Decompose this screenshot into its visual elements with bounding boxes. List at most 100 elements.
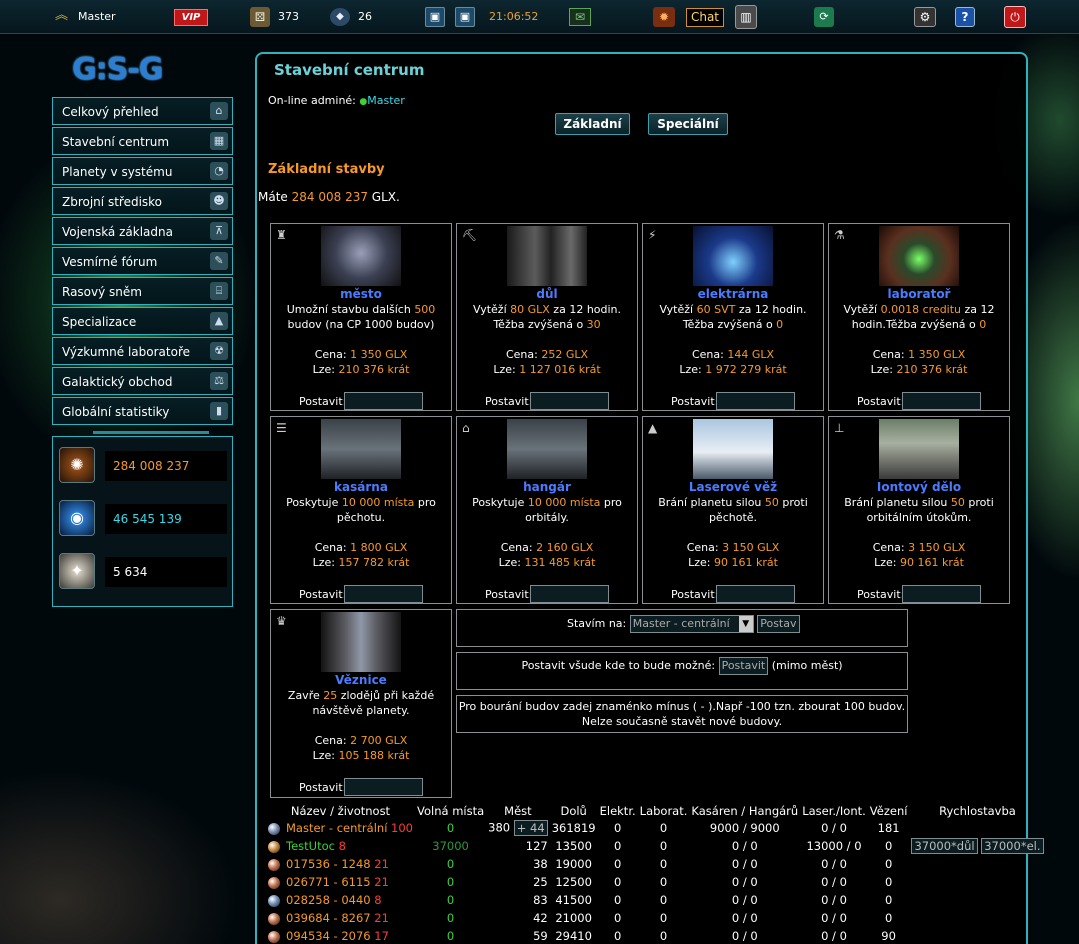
stats-icon[interactable]: ▥ bbox=[735, 5, 757, 29]
column-header: Vězení bbox=[869, 804, 908, 818]
planet-name[interactable]: 028258 - 0440 bbox=[286, 893, 371, 907]
sidebar-item-1[interactable]: Stavební centrum ▦ bbox=[52, 127, 233, 155]
building-image[interactable] bbox=[507, 226, 587, 286]
column-header: Dolů bbox=[560, 804, 587, 818]
building-name[interactable]: důl bbox=[457, 287, 637, 302]
stats-icon: ▮ bbox=[210, 402, 228, 420]
top-bar: ︽ Master VIP ⚄ 373 ◆ 26 ▣ ▣ 21:06:52 ✉ ✹… bbox=[0, 0, 1079, 34]
building-name[interactable]: Laserové věž bbox=[643, 480, 823, 495]
build-quantity-input[interactable] bbox=[530, 392, 609, 410]
build-everywhere-button[interactable]: Postavit bbox=[718, 657, 769, 675]
online-label: On-line adminé: bbox=[268, 94, 356, 107]
build-quantity-input[interactable] bbox=[344, 585, 423, 603]
settings-icon[interactable]: ⚙ bbox=[914, 7, 936, 27]
building-name[interactable]: elektrárna bbox=[643, 287, 823, 302]
planet-select[interactable]: Master - centrální ▼ bbox=[629, 615, 754, 633]
planet-name[interactable]: 039684 - 8267 bbox=[286, 911, 371, 925]
el-cell: 0 bbox=[613, 839, 622, 853]
count-label: Lze: bbox=[493, 363, 516, 376]
table-row: 039684 - 8267 21 0 42 21000 0 0 0 / 0 0 / 0 0 bbox=[266, 909, 1046, 927]
building-image[interactable] bbox=[507, 419, 587, 479]
column-header: Elektr. bbox=[599, 804, 636, 818]
planet-name[interactable]: TestUtoc bbox=[286, 839, 335, 853]
planet-name[interactable]: 094534 - 2076 bbox=[286, 929, 371, 943]
online-admins: On-line adminé: ●Master bbox=[268, 94, 405, 107]
save-icon[interactable]: ▣ bbox=[425, 7, 445, 27]
build-quantity-input[interactable] bbox=[902, 392, 981, 410]
sidebar-item-0[interactable]: Celkový přehled ⌂ bbox=[52, 97, 233, 125]
building-name[interactable]: kasárna bbox=[271, 480, 451, 495]
sidebar-item-9[interactable]: Galaktický obchod ⚖ bbox=[52, 367, 233, 395]
table-row: Master - centrální 100 0 380 + 44 361819 0 0 9… bbox=[266, 819, 1046, 837]
tab-basic[interactable]: Základní bbox=[555, 113, 630, 135]
help-icon[interactable]: ? bbox=[955, 7, 975, 27]
li-cell: 0 / 0 bbox=[821, 911, 847, 925]
building-name[interactable]: Věznice bbox=[271, 673, 451, 688]
build-quantity-input[interactable] bbox=[902, 585, 981, 603]
mail-icon[interactable]: ✉ bbox=[569, 8, 591, 26]
free-slots: 37000 bbox=[432, 839, 469, 853]
cities-extra-button[interactable]: + 44 bbox=[513, 820, 548, 836]
building-name[interactable]: město bbox=[271, 287, 451, 302]
build-label: Postavit: bbox=[857, 588, 905, 601]
vip-badge[interactable]: VIP bbox=[174, 9, 208, 26]
fire-icon[interactable]: ✹ bbox=[653, 7, 675, 27]
building-image[interactable] bbox=[321, 226, 401, 286]
build-quantity-input[interactable] bbox=[344, 778, 423, 796]
sidebar-item-7[interactable]: Specializace ▲ bbox=[52, 307, 233, 335]
refresh-icon[interactable]: ⟳ bbox=[814, 7, 834, 27]
build-button[interactable]: Postav bbox=[757, 615, 800, 633]
mines-cell: 13500 bbox=[555, 839, 592, 853]
count-label: Lze: bbox=[312, 556, 335, 569]
quick-build-cell bbox=[909, 909, 1045, 927]
building-count: Lze: 131 485 krát bbox=[457, 555, 637, 570]
build-quantity-input[interactable] bbox=[530, 585, 609, 603]
el-cell: 0 bbox=[613, 857, 622, 871]
building-image[interactable] bbox=[321, 419, 401, 479]
sidebar-item-8[interactable]: Výzkumné laboratoře ☢ bbox=[52, 337, 233, 365]
planet-icon bbox=[268, 894, 280, 907]
building-price: Cena: 2 160 GLX bbox=[457, 540, 637, 555]
sidebar-item-3[interactable]: Zbrojní středisko ☻ bbox=[52, 187, 233, 215]
chevron-down-icon[interactable]: ▼ bbox=[738, 616, 753, 632]
username[interactable]: Master bbox=[78, 10, 116, 23]
building-count: Lze: 1 127 016 krát bbox=[457, 362, 637, 377]
resource-value: 5 634 bbox=[105, 557, 227, 587]
building-count: Lze: 105 188 krát bbox=[271, 748, 451, 763]
count-value: 105 188 krát bbox=[338, 749, 410, 762]
planet-name[interactable]: 017536 - 1248 bbox=[286, 857, 371, 871]
online-admin-name[interactable]: Master bbox=[367, 94, 405, 107]
planet-name[interactable]: Master - centrální bbox=[286, 821, 387, 835]
cities-cell: 42 bbox=[486, 909, 550, 927]
building-image[interactable] bbox=[693, 226, 773, 286]
build-quantity-input[interactable] bbox=[716, 392, 795, 410]
building-price: Cena: 1 800 GLX bbox=[271, 540, 451, 555]
sidebar-item-4[interactable]: Vojenská základna ⊼ bbox=[52, 217, 233, 245]
sidebar-item-label: Celkový přehled bbox=[62, 105, 159, 119]
sidebar-item-6[interactable]: Rasový sněm ⌸ bbox=[52, 277, 233, 305]
sidebar-item-2[interactable]: Planety v systému ◔ bbox=[52, 157, 233, 185]
building-price: Cena: 3 150 GLX bbox=[829, 540, 1009, 555]
sidebar-item-5[interactable]: Vesmírné fórum ✎ bbox=[52, 247, 233, 275]
planet-name[interactable]: 026771 - 6115 bbox=[286, 875, 371, 889]
building-image[interactable] bbox=[321, 612, 401, 672]
tab-special[interactable]: Speciální bbox=[648, 113, 728, 135]
build-quantity-input[interactable] bbox=[716, 585, 795, 603]
medal-count: 26 bbox=[358, 10, 372, 23]
sidebar-item-10[interactable]: Globální statistiky ▮ bbox=[52, 397, 233, 425]
building-name[interactable]: hangár bbox=[457, 480, 637, 495]
mines-cell: 41500 bbox=[555, 893, 592, 907]
building-name[interactable]: Iontový dělo bbox=[829, 480, 1009, 495]
building-image[interactable] bbox=[879, 226, 959, 286]
description-text: Zavře bbox=[287, 689, 324, 702]
building-image[interactable] bbox=[879, 419, 959, 479]
save-all-icon[interactable]: ▣ bbox=[455, 7, 475, 27]
quick-build-power-button[interactable]: 37000*el. bbox=[981, 838, 1044, 854]
game-logo[interactable]: G:S-G bbox=[72, 52, 163, 87]
build-quantity-input[interactable] bbox=[344, 392, 423, 410]
building-image[interactable] bbox=[693, 419, 773, 479]
quick-build-mines-button[interactable]: 37000*důl bbox=[911, 838, 978, 854]
logout-icon[interactable]: ⏻ bbox=[1004, 6, 1026, 28]
building-name[interactable]: laboratoř bbox=[829, 287, 1009, 302]
chat-button[interactable]: Chat bbox=[686, 8, 724, 27]
